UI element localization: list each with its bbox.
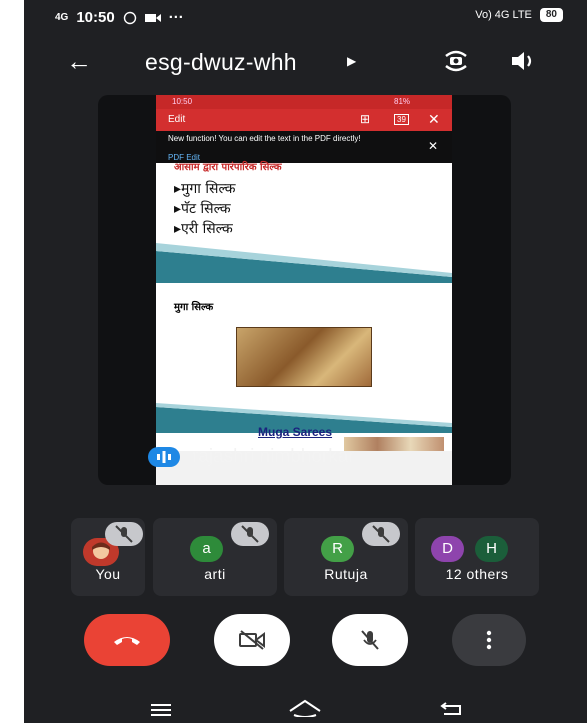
- participant-tile-arti[interactable]: a arti: [153, 518, 277, 596]
- participant-strip: You a arti R Rutuja D H 12 others: [24, 518, 587, 598]
- status-bar: 4G 10:50 ··· Vo) 4G LTE 80: [24, 0, 587, 34]
- back-arrow-icon[interactable]: ←: [66, 46, 92, 77]
- muted-badge: [231, 522, 269, 546]
- more-vertical-icon: [486, 630, 492, 650]
- bullet-pat: ▸पॅट सिल्क: [174, 201, 231, 217]
- muga-silk-image: [236, 327, 372, 387]
- shared-battery: 81%: [394, 97, 411, 106]
- muga-sarees-link: Muga Sarees: [258, 425, 333, 439]
- speaking-indicator-icon: [148, 447, 180, 467]
- mic-off-icon: [115, 525, 133, 543]
- participant-name: Rutuja: [324, 566, 368, 582]
- battery-indicator: 80: [539, 8, 563, 22]
- switch-camera-icon[interactable]: [440, 46, 472, 76]
- avatar: H: [475, 536, 508, 562]
- presentation-stage[interactable]: 10:50 81% Edit ⊞ 39 ✕ New function! You …: [98, 95, 511, 485]
- home-icon[interactable]: [288, 699, 322, 717]
- camera-toggle-button[interactable]: [214, 614, 290, 666]
- participant-name: You: [95, 566, 121, 582]
- edit-label: Edit: [168, 114, 186, 125]
- slide-1-decoration: [156, 243, 452, 283]
- end-call-button[interactable]: [84, 614, 170, 666]
- network-indicator: Vo) 4G LTE: [475, 9, 532, 21]
- recent-apps-icon[interactable]: [151, 703, 171, 717]
- meeting-top-bar: ← esg-dwuz-whh ▶: [24, 40, 587, 84]
- mic-off-icon: [372, 525, 390, 543]
- muted-badge: [105, 522, 143, 546]
- phone-screen: 4G 10:50 ··· Vo) 4G LTE 80 ← esg-dwuz-wh…: [24, 0, 587, 723]
- speaker-icon[interactable]: [509, 48, 537, 74]
- pdf-edit-toolbar: Edit ⊞ 39 ✕: [156, 109, 452, 131]
- participant-tile-others[interactable]: D H 12 others: [415, 518, 539, 596]
- slide-2-heading: मुगा सिल्क: [174, 302, 214, 313]
- participant-name: 12 others: [445, 566, 509, 582]
- whatsapp-icon: [123, 11, 136, 24]
- meeting-code[interactable]: esg-dwuz-whh: [145, 49, 297, 76]
- presenter-name: rajashri nimbhorkar: [192, 446, 355, 467]
- more-options-button[interactable]: [452, 614, 526, 666]
- system-navigation-bar: [24, 693, 587, 723]
- clock: 10:50: [76, 9, 115, 26]
- more-notifications-icon: ···: [168, 9, 184, 26]
- slide-1: आसाम द्वारा पारंपारिक सिल्क ▸मुगा सिल्क …: [156, 162, 452, 283]
- bullet-eri: ▸एरी सिल्क: [174, 221, 233, 237]
- shared-status-bar: 10:50 81%: [156, 95, 452, 109]
- participant-tile-rutuja[interactable]: R Rutuja: [284, 518, 408, 596]
- banner-text: New function! You can edit the text in t…: [168, 134, 361, 143]
- call-controls: [24, 614, 587, 670]
- hang-up-icon: [114, 637, 140, 645]
- video-icon: [144, 13, 161, 22]
- bullet-muga: ▸मुगा सिल्क: [174, 181, 236, 197]
- back-nav-icon[interactable]: [440, 701, 466, 717]
- mic-off-icon: [241, 525, 259, 543]
- avatar: a: [190, 536, 223, 562]
- expand-triangle-icon[interactable]: ▶: [347, 54, 356, 68]
- slide-1-heading: आसाम द्वारा पारंपारिक सिल्क: [174, 162, 282, 173]
- shared-clock: 10:50: [172, 97, 193, 106]
- avatar: R: [321, 536, 354, 562]
- mic-off-icon: [361, 630, 379, 650]
- muted-badge: [362, 522, 400, 546]
- close-toolbar-icon: ✕: [428, 111, 440, 127]
- grid-view-icon: ⊞: [360, 112, 371, 126]
- shared-screen-content: 10:50 81% Edit ⊞ 39 ✕ New function! You …: [156, 95, 452, 485]
- participant-name: arti: [204, 566, 226, 582]
- page-count: 39: [394, 114, 409, 125]
- presenter-overlay: rajashri nimbhorkar: [98, 441, 511, 473]
- close-banner-icon: ✕: [428, 139, 439, 153]
- avatar: D: [431, 536, 464, 562]
- signal-indicator: 4G: [55, 12, 69, 23]
- mic-toggle-button[interactable]: [332, 614, 408, 666]
- video-off-icon: [239, 630, 265, 650]
- participant-tile-you[interactable]: You: [71, 518, 145, 596]
